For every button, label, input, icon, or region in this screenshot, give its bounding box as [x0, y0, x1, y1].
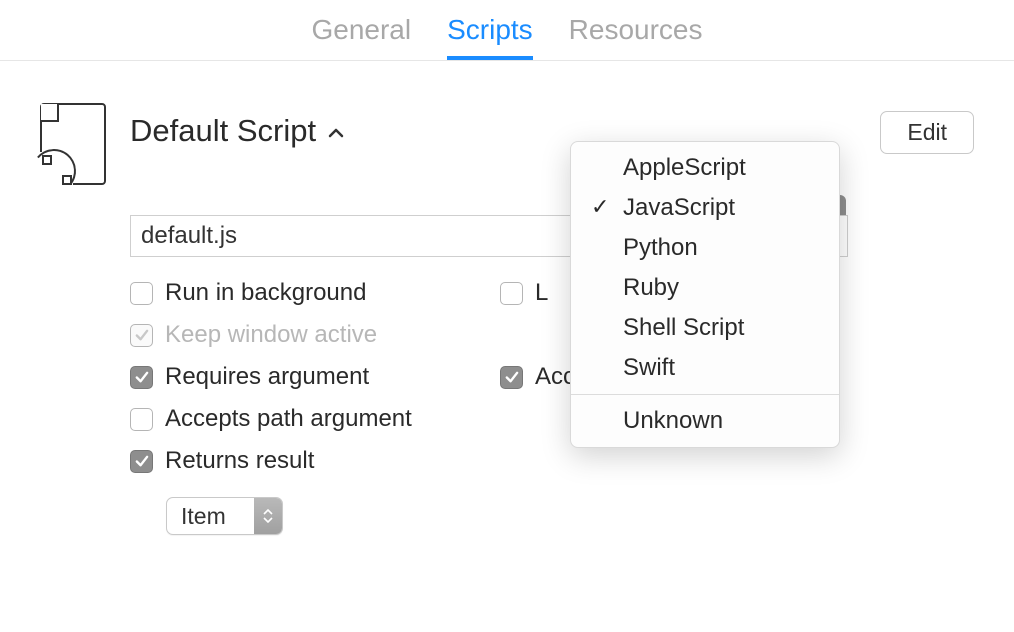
- option-run-background[interactable]: Run in background: [130, 279, 480, 307]
- language-option-unknown[interactable]: Unknown: [571, 401, 839, 441]
- tab-bar: General Scripts Resources: [0, 0, 1014, 61]
- checkbox-unchecked-icon: [130, 282, 153, 305]
- language-option-applescript[interactable]: AppleScript: [571, 148, 839, 188]
- language-option-shell[interactable]: Shell Script: [571, 308, 839, 348]
- up-down-caret-icon: [254, 498, 282, 534]
- tab-general[interactable]: General: [311, 14, 411, 60]
- script-title: Default Script: [130, 113, 316, 149]
- main-panel: Default Script Edit default.js Run in ba…: [0, 61, 1014, 535]
- chevron-up-icon: [328, 128, 344, 138]
- result-type-row: Item: [166, 497, 974, 535]
- checkbox-checked-disabled-icon: [130, 324, 153, 347]
- checkbox-checked-icon: [500, 366, 523, 389]
- option-label: Keep window active: [165, 321, 377, 349]
- language-option-javascript[interactable]: JavaScript: [571, 188, 839, 228]
- select-value: Item: [167, 503, 254, 530]
- checkbox-checked-icon: [130, 366, 153, 389]
- checkbox-checked-icon: [130, 450, 153, 473]
- option-label: Requires argument: [165, 363, 369, 391]
- script-details: default.js Run in background L Keep wind…: [130, 215, 974, 535]
- language-dropdown: AppleScript JavaScript Python Ruby Shell…: [570, 141, 840, 448]
- tab-scripts[interactable]: Scripts: [447, 14, 533, 60]
- option-returns-result[interactable]: Returns result: [130, 447, 480, 475]
- option-accepts-path[interactable]: Accepts path argument: [130, 405, 480, 433]
- language-option-ruby[interactable]: Ruby: [571, 268, 839, 308]
- option-label: Run in background: [165, 279, 366, 307]
- option-label: L: [535, 279, 548, 307]
- edit-button[interactable]: Edit: [880, 111, 974, 154]
- checkbox-unchecked-icon: [500, 282, 523, 305]
- language-option-swift[interactable]: Swift: [571, 348, 839, 388]
- language-option-python[interactable]: Python: [571, 228, 839, 268]
- script-file-icon: [40, 103, 106, 185]
- option-requires-argument[interactable]: Requires argument: [130, 363, 480, 391]
- option-keep-window: Keep window active: [130, 321, 480, 349]
- result-type-select[interactable]: Item: [166, 497, 283, 535]
- option-label: Returns result: [165, 447, 314, 475]
- option-label: Accepts path argument: [165, 405, 412, 433]
- checkbox-unchecked-icon: [130, 408, 153, 431]
- tab-resources[interactable]: Resources: [569, 14, 703, 60]
- dropdown-separator: [571, 394, 839, 395]
